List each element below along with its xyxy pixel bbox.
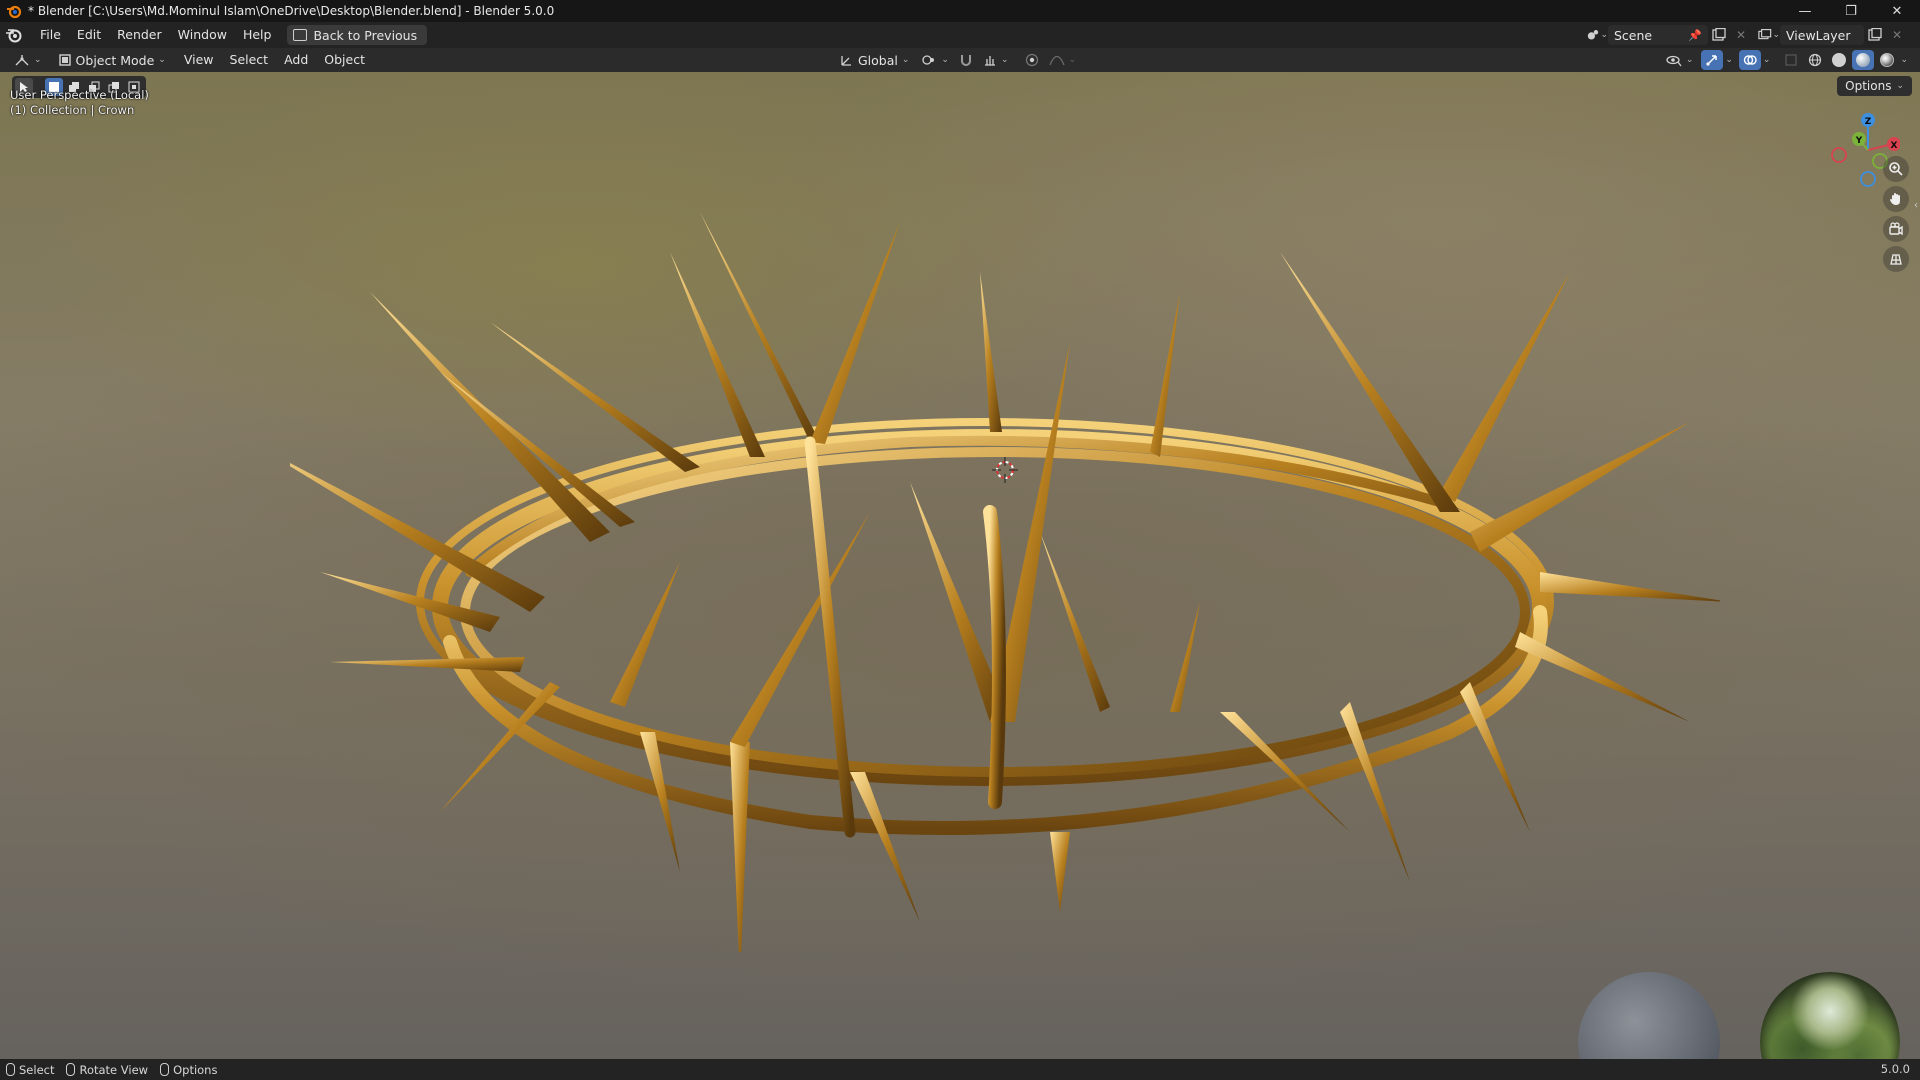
status-select-label: Select [19, 1062, 55, 1077]
viewport-options-label: Options [1845, 79, 1892, 93]
crown-of-thorns-model[interactable] [290, 212, 1720, 952]
view-layer-name: ViewLayer [1786, 27, 1851, 43]
transform-orientation-dropdown[interactable]: Global ⌄ [834, 50, 915, 70]
gizmo-z-label: Z [1865, 117, 1872, 127]
menu-select[interactable]: Select [222, 49, 277, 71]
top-menu-bar: File Edit Render Window Help Back to Pre… [0, 22, 1920, 48]
view-layer-field[interactable]: ViewLayer [1780, 25, 1864, 45]
overlays-toggle-icon[interactable] [1738, 50, 1761, 70]
menu-render[interactable]: Render [109, 23, 170, 47]
blender-logo-icon [7, 5, 22, 19]
gizmo-y-label: Y [1855, 136, 1863, 146]
close-button[interactable]: ✕ [1874, 0, 1920, 22]
status-bar: Select Rotate View Options 5.0.0 [0, 1059, 1920, 1080]
status-options-hint: Options [160, 1063, 217, 1077]
gizmo-x-label: X [1891, 141, 1898, 151]
shading-options-chevron-icon[interactable]: ⌄ [1900, 55, 1908, 65]
middle-mouse-icon [66, 1063, 76, 1076]
viewport-options-button[interactable]: Options ⌄ [1837, 76, 1912, 96]
blender-version: 5.0.0 [1880, 1062, 1910, 1076]
xray-toggle-icon[interactable] [1780, 50, 1802, 70]
menu-edit[interactable]: Edit [69, 23, 109, 47]
transform-tools-group: Global ⌄ ⌄ ⌄ ⌄ [834, 50, 1082, 70]
new-scene-icon[interactable] [1708, 25, 1730, 45]
zoom-view-icon[interactable] [1883, 156, 1909, 182]
pan-view-hand-icon[interactable] [1883, 186, 1909, 212]
restore-button[interactable]: ❐ [1828, 0, 1874, 22]
scene-selector-group: ⌄ Scene 📌 ✕ ⌄ ViewLayer ✕ [1586, 25, 1908, 45]
status-rotate-label: Rotate View [79, 1062, 149, 1077]
window-title: * Blender [C:\Users\Md.Mominul Islam\One… [28, 4, 555, 18]
pin-icon[interactable]: 📌 [1688, 29, 1702, 42]
new-view-layer-icon[interactable] [1864, 25, 1886, 45]
scene-name: Scene [1614, 27, 1653, 43]
menu-file[interactable]: File [32, 23, 69, 47]
window-title-bar: * Blender [C:\Users\Md.Mominul Islam\One… [0, 0, 1920, 22]
selectability-visibility-icon [1666, 55, 1682, 67]
snap-increment-icon [984, 56, 995, 66]
3d-viewport[interactable]: User Perspective (Local) (1) Collection … [0, 72, 1920, 1059]
gizmo-neg-x-axis [1831, 147, 1847, 163]
orthographic-toggle-grid-icon[interactable] [1883, 246, 1909, 272]
sidebar-expand-icon[interactable]: ‹ [1914, 200, 1918, 211]
view-perspective-label: User Perspective (Local) [10, 88, 149, 102]
viewport-header: ⌄ Object Mode ⌄ View Select Add Object G… [0, 48, 1920, 72]
3d-cursor-icon [992, 457, 1018, 483]
snap-toggle-icon[interactable] [955, 50, 977, 70]
status-rotate-hint: Rotate View [66, 1063, 148, 1077]
left-mouse-icon [6, 1063, 15, 1076]
viewport-display-tools: ⌄ ⌄ ⌄ ⌄ [1660, 50, 1908, 70]
lookdev-hdri-sphere [1760, 972, 1900, 1059]
back-to-previous-button[interactable]: Back to Previous [287, 25, 428, 45]
active-collection-label: (1) Collection | Crown [10, 103, 135, 117]
gizmo-neg-z-axis [1860, 171, 1876, 187]
pivot-point-dropdown[interactable]: ⌄ [915, 50, 955, 70]
menu-view[interactable]: View [176, 49, 222, 71]
menu-add[interactable]: Add [276, 49, 316, 71]
object-mode-icon [58, 54, 71, 66]
menu-window[interactable]: Window [170, 23, 235, 47]
camera-view-icon[interactable] [1883, 216, 1909, 242]
lookdev-matcap-sphere [1578, 972, 1720, 1059]
gizmo-toggle-icon[interactable] [1701, 50, 1724, 70]
wireframe-shading-icon[interactable] [1804, 50, 1826, 70]
snap-target-dropdown[interactable]: ⌄ [977, 50, 1015, 70]
visibility-dropdown[interactable]: ⌄ [1660, 50, 1700, 70]
menu-object[interactable]: Object [316, 49, 373, 71]
view-layer-browse-icon[interactable]: ⌄ [1758, 25, 1780, 45]
rendered-shading-icon[interactable] [1876, 50, 1898, 70]
overlays-options-chevron-icon[interactable]: ⌄ [1763, 55, 1771, 65]
material-preview-shading-icon[interactable] [1852, 50, 1875, 70]
orientation-global-icon [841, 56, 851, 66]
falloff-curve-icon [1048, 55, 1065, 66]
remove-scene-icon[interactable]: ✕ [1730, 25, 1752, 45]
menu-help[interactable]: Help [235, 23, 280, 47]
gizmo-options-chevron-icon[interactable]: ⌄ [1725, 55, 1733, 65]
3d-viewport-icon [15, 55, 29, 66]
status-select-hint: Select [6, 1063, 54, 1077]
scene-browse-icon[interactable]: ⌄ [1586, 25, 1608, 45]
object-mode-dropdown[interactable]: Object Mode ⌄ [52, 50, 172, 70]
editor-type-dropdown[interactable]: ⌄ [8, 50, 48, 70]
object-mode-label: Object Mode [75, 52, 155, 68]
minimize-button[interactable]: — [1782, 0, 1828, 22]
scene-name-field[interactable]: Scene 📌 [1608, 25, 1708, 45]
transform-orientation-label: Global [858, 52, 898, 68]
pivot-point-icon [922, 55, 935, 65]
right-mouse-icon [160, 1063, 170, 1076]
remove-view-layer-icon[interactable]: ✕ [1886, 25, 1908, 45]
solid-shading-icon[interactable] [1828, 50, 1850, 70]
status-options-label: Options [173, 1062, 218, 1077]
back-to-previous-label: Back to Previous [313, 27, 418, 43]
proportional-falloff-dropdown[interactable]: ⌄ [1043, 50, 1083, 70]
screen-back-icon [293, 29, 308, 41]
blender-menu-icon[interactable] [5, 26, 23, 44]
proportional-editing-icon[interactable] [1021, 50, 1043, 70]
